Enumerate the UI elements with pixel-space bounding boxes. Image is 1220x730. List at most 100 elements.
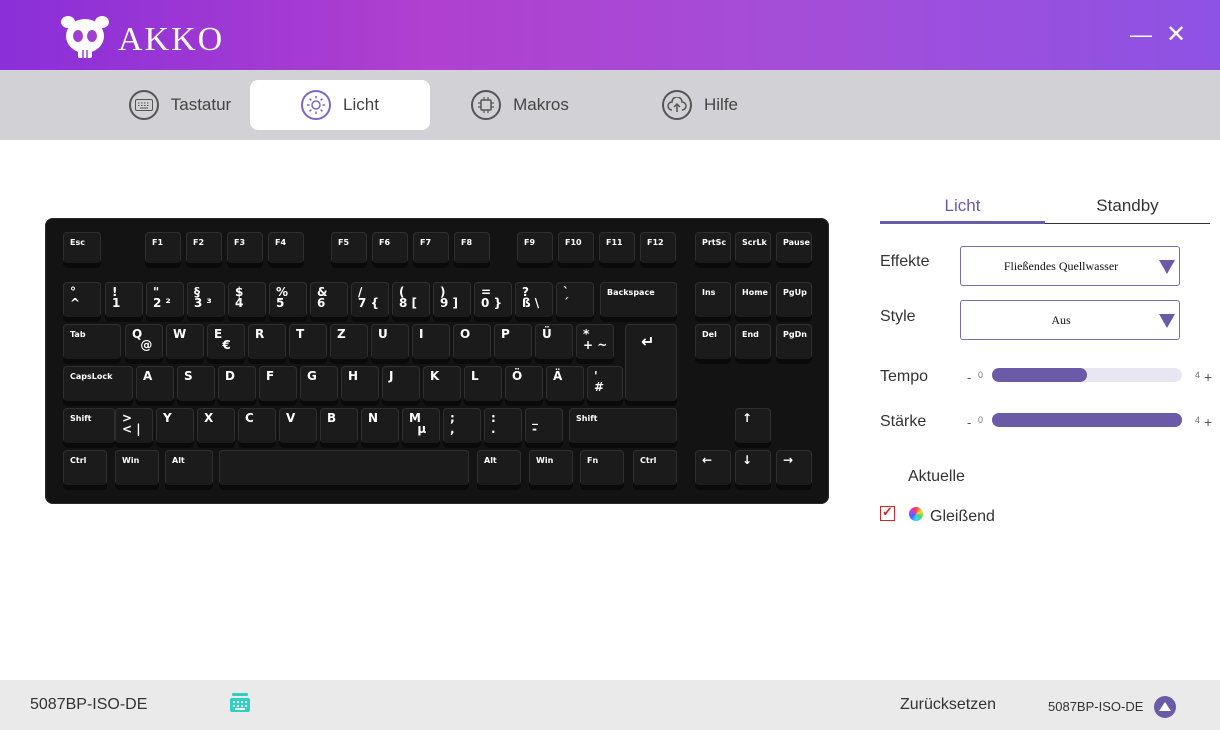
key-5[interactable]: % 5 [269,282,307,322]
key-8[interactable]: ( 8 [ [392,282,430,322]
key-alt-right[interactable]: Alt [477,450,521,490]
key-4[interactable]: $ 4 [228,282,266,322]
key-7[interactable]: / 7 { [351,282,389,322]
key-caret[interactable]: ° ^ [63,282,101,322]
key-t[interactable]: T [289,324,327,364]
key-o[interactable]: O [453,324,491,364]
tempo-slider[interactable] [992,368,1182,382]
key-home[interactable]: Home [735,282,771,322]
key-s[interactable]: S [177,366,215,406]
glow-checkbox[interactable]: ✓ [880,504,895,521]
key-pause[interactable]: Pause [776,232,812,268]
subtab-licht[interactable]: Licht [880,196,1045,224]
strength-decrease-button[interactable]: - [967,415,971,430]
key-r[interactable]: R [248,324,286,364]
key-f9[interactable]: F9 [517,232,553,268]
tab-makros[interactable]: Makros [430,80,610,130]
key-minus[interactable]: _ - [525,408,563,448]
key-end[interactable]: End [735,324,771,364]
key-k[interactable]: K [423,366,461,406]
key-a[interactable]: A [136,366,174,406]
key-b[interactable]: B [320,408,358,448]
key-d[interactable]: D [218,366,256,406]
tempo-increase-button[interactable]: + [1204,369,1212,385]
tab-hilfe[interactable]: Hilfe [610,80,790,130]
key-9[interactable]: ) 9 ] [433,282,471,322]
key-x[interactable]: X [197,408,235,448]
device-selector-button[interactable] [1154,696,1176,718]
key-f8[interactable]: F8 [454,232,490,268]
key-ue[interactable]: Ü [535,324,573,364]
key-j[interactable]: J [382,366,420,406]
keyboard-connected-icon[interactable] [229,692,251,714]
key-f5[interactable]: F5 [331,232,367,268]
key-space[interactable] [219,450,469,490]
key-i[interactable]: I [412,324,450,364]
key-pgup[interactable]: PgUp [776,282,812,322]
key-ctrl-right[interactable]: Ctrl [633,450,677,490]
key-p[interactable]: P [494,324,532,364]
reset-button[interactable]: Zurücksetzen [900,696,996,714]
key-0[interactable]: = 0 } [474,282,512,322]
key-v[interactable]: V [279,408,317,448]
key-g[interactable]: G [300,366,338,406]
tempo-decrease-button[interactable]: - [967,370,971,385]
key-backspace[interactable]: Backspace [600,282,677,322]
key-capslock[interactable]: CapsLock [63,366,133,406]
key-ae[interactable]: Ä [546,366,584,406]
minimize-button[interactable]: — [1128,22,1154,48]
key-alt-left[interactable]: Alt [165,450,213,490]
key-2[interactable]: " 2 ² [146,282,184,322]
key-del[interactable]: Del [695,324,731,364]
strength-increase-button[interactable]: + [1204,414,1212,430]
close-button[interactable]: ✕ [1163,22,1189,48]
key-scrlk[interactable]: ScrLk [735,232,771,268]
key-arrow-up[interactable]: ↑ [735,408,771,448]
key-arrow-right[interactable]: → [776,450,812,490]
key-f1[interactable]: F1 [145,232,181,268]
key-n[interactable]: N [361,408,399,448]
key-pgdn[interactable]: PgDn [776,324,812,364]
key-f6[interactable]: F6 [372,232,408,268]
tab-tastatur[interactable]: Tastatur [90,80,270,130]
effect-select[interactable]: Fließendes Quellwasser [960,246,1180,286]
key-6[interactable]: & 6 [310,282,348,322]
key-arrow-left[interactable]: ← [695,450,731,490]
key-ins[interactable]: Ins [695,282,731,322]
key-w[interactable]: W [166,324,204,364]
key-f[interactable]: F [259,366,297,406]
key-lessthan[interactable]: > < | [115,408,153,448]
key-comma[interactable]: ; , [443,408,481,448]
strength-slider[interactable] [992,413,1182,427]
key-esc[interactable]: Esc [63,232,101,268]
key-ctrl-left[interactable]: Ctrl [63,450,107,490]
key-q[interactable]: Q @ [125,324,163,364]
key-m[interactable]: M µ [402,408,440,448]
key-acute[interactable]: ` ´ [556,282,594,322]
subtab-standby[interactable]: Standby [1045,196,1210,224]
key-enter[interactable]: ↵ [625,324,677,406]
key-prtsc[interactable]: PrtSc [695,232,731,268]
style-select[interactable]: Aus [960,300,1180,340]
key-hash[interactable]: ' # [587,366,623,406]
key-l[interactable]: L [464,366,502,406]
tab-licht[interactable]: Licht [250,80,430,130]
key-shift-left[interactable]: Shift [63,408,115,448]
key-f12[interactable]: F12 [640,232,676,268]
key-1[interactable]: ! 1 [105,282,143,322]
key-f4[interactable]: F4 [268,232,304,268]
key-oe[interactable]: Ö [505,366,543,406]
key-sz[interactable]: ? ß \ [515,282,553,322]
key-win-left[interactable]: Win [115,450,159,490]
key-h[interactable]: H [341,366,379,406]
key-fn[interactable]: Fn [580,450,624,490]
key-3[interactable]: § 3 ³ [187,282,225,322]
key-shift-right[interactable]: Shift [569,408,677,448]
key-win-right[interactable]: Win [529,450,573,490]
key-arrow-down[interactable]: ↓ [735,450,771,490]
key-c[interactable]: C [238,408,276,448]
key-f7[interactable]: F7 [413,232,449,268]
key-f11[interactable]: F11 [599,232,635,268]
key-plus[interactable]: * + ~ [576,324,614,364]
key-f10[interactable]: F10 [558,232,594,268]
